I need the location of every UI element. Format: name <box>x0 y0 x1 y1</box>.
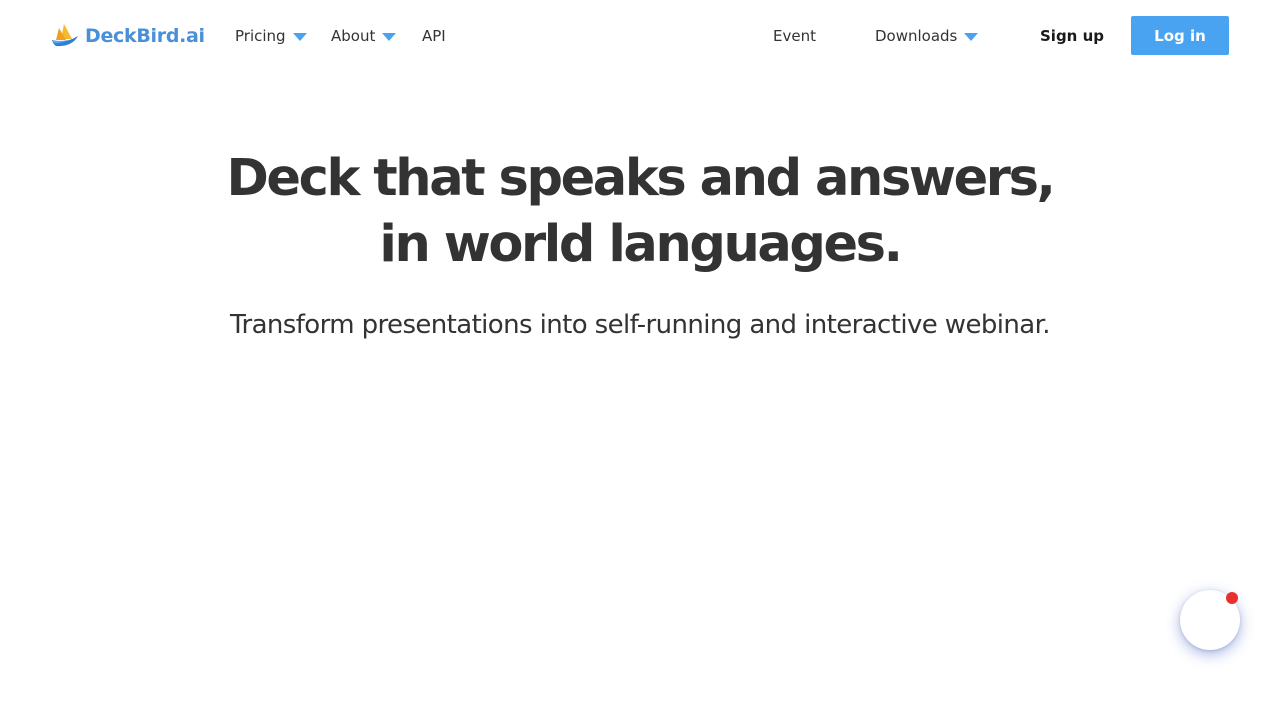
top-navigation-bar: DeckBird.ai Pricing About API Event Down… <box>0 0 1280 72</box>
hero-title-line-1: Deck that speaks and answers, <box>226 149 1055 208</box>
nav-pricing-menu[interactable]: Pricing <box>235 25 307 47</box>
nav-about-menu[interactable]: About <box>331 25 397 47</box>
nav-downloads-menu[interactable]: Downloads <box>875 25 979 47</box>
nav-about-label: About <box>331 27 376 45</box>
nav-api-label: API <box>422 27 446 45</box>
chevron-down-icon <box>292 33 307 41</box>
hero-title-line-2: in world languages. <box>379 215 903 274</box>
chat-launcher-button[interactable] <box>1180 590 1240 650</box>
brand-name: DeckBird.ai <box>85 24 205 47</box>
nav-downloads-label: Downloads <box>875 27 958 45</box>
sign-up-link[interactable]: Sign up <box>1040 24 1104 48</box>
hero-subtitle: Transform presentations into self-runnin… <box>230 310 1051 340</box>
chevron-down-icon <box>382 33 397 41</box>
log-in-button[interactable]: Log in <box>1131 16 1229 55</box>
nav-api-link[interactable]: API <box>422 25 446 47</box>
brand-logo-link[interactable]: DeckBird.ai <box>50 20 205 52</box>
nav-event-link[interactable]: Event <box>773 25 816 47</box>
page: DeckBird.ai Pricing About API Event Down… <box>0 0 1280 720</box>
notification-dot-icon <box>1226 592 1238 604</box>
nav-pricing-label: Pricing <box>235 27 286 45</box>
bird-sail-logo-icon <box>52 24 78 47</box>
hero-title: Deck that speaks and answers, in world l… <box>0 146 1280 278</box>
nav-event-label: Event <box>773 27 816 45</box>
chevron-down-icon <box>964 33 979 41</box>
